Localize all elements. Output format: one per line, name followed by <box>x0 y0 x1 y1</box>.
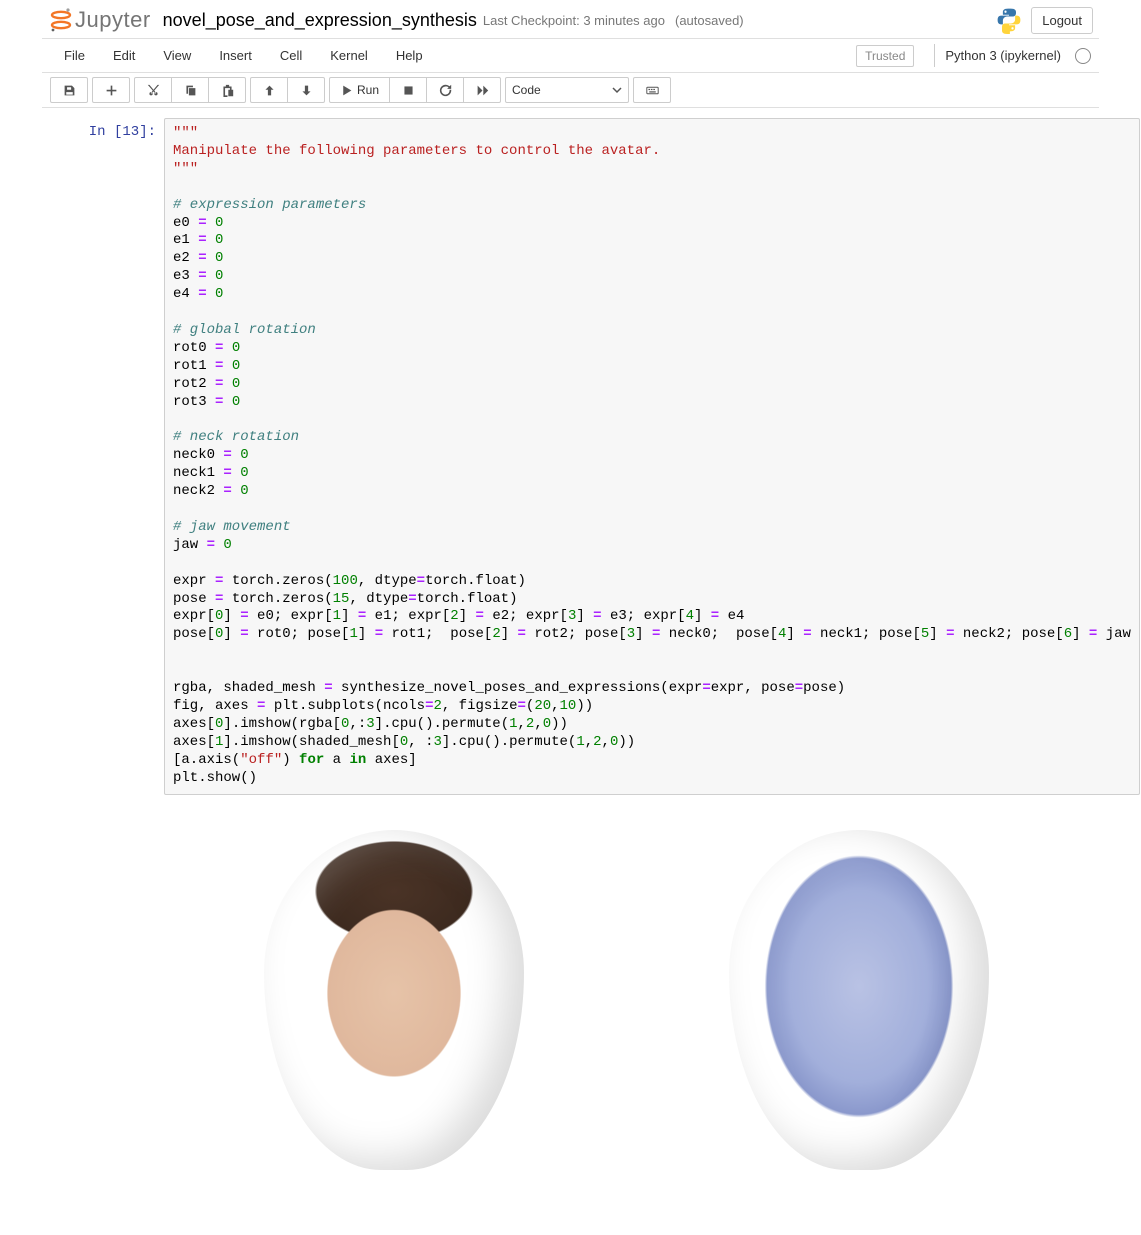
plus-icon <box>105 84 118 97</box>
avatar-rgb-image <box>264 830 524 1170</box>
save-button[interactable] <box>50 77 88 103</box>
keyboard-icon <box>646 84 659 97</box>
avatar-mesh-image <box>729 830 989 1170</box>
python-logo-icon <box>995 6 1023 34</box>
save-icon <box>63 84 76 97</box>
move-up-button[interactable] <box>250 77 288 103</box>
play-icon <box>340 84 353 97</box>
celltype-value: Code <box>512 83 541 97</box>
copy-button[interactable] <box>171 77 209 103</box>
command-palette-button[interactable] <box>633 77 671 103</box>
kernel-idle-icon[interactable] <box>1075 48 1091 64</box>
kernel-name[interactable]: Python 3 (ipykernel) <box>934 44 1069 67</box>
arrow-up-icon <box>263 84 276 97</box>
menu-file[interactable]: File <box>50 42 99 69</box>
output-image-left <box>162 805 627 1195</box>
input-prompt: In [13]: <box>50 118 164 140</box>
toolbar: Run Code <box>42 73 1099 108</box>
cut-button[interactable] <box>134 77 172 103</box>
jupyter-icon <box>50 7 72 33</box>
notebook-area: In [13]: """ Manipulate the following pa… <box>42 108 1099 1235</box>
menu-cell[interactable]: Cell <box>266 42 316 69</box>
copy-icon <box>184 84 197 97</box>
chevron-down-icon <box>612 85 622 95</box>
menu-insert[interactable]: Insert <box>205 42 266 69</box>
move-down-button[interactable] <box>287 77 325 103</box>
header: Jupyter novel_pose_and_expression_synthe… <box>42 0 1099 38</box>
paste-button[interactable] <box>208 77 246 103</box>
notebook-name[interactable]: novel_pose_and_expression_synthesis <box>163 10 477 31</box>
run-button[interactable]: Run <box>329 77 390 103</box>
fast-forward-icon <box>476 84 489 97</box>
celltype-select[interactable]: Code <box>505 77 629 103</box>
code-text[interactable]: """ Manipulate the following parameters … <box>173 125 1131 788</box>
checkpoint-text: Last Checkpoint: 3 minutes ago <box>483 13 665 28</box>
jupyter-logo[interactable]: Jupyter <box>48 7 151 33</box>
autosave-text: (autosaved) <box>675 13 744 28</box>
cell-output <box>156 795 1091 1195</box>
menubar: FileEditViewInsertCellKernelHelp Trusted… <box>42 38 1099 73</box>
run-label: Run <box>357 83 379 97</box>
stop-button[interactable] <box>389 77 427 103</box>
code-cell[interactable]: In [13]: """ Manipulate the following pa… <box>50 118 1091 795</box>
code-input-area[interactable]: """ Manipulate the following parameters … <box>164 118 1140 795</box>
arrow-down-icon <box>300 84 313 97</box>
trusted-badge[interactable]: Trusted <box>856 45 914 67</box>
logo-text: Jupyter <box>75 7 151 33</box>
menu-edit[interactable]: Edit <box>99 42 149 69</box>
output-image-right <box>627 805 1092 1195</box>
menu-help[interactable]: Help <box>382 42 437 69</box>
menu-kernel[interactable]: Kernel <box>316 42 382 69</box>
logout-button[interactable]: Logout <box>1031 7 1093 34</box>
restart-button[interactable] <box>426 77 464 103</box>
menu-view[interactable]: View <box>149 42 205 69</box>
insert-cell-button[interactable] <box>92 77 130 103</box>
restart-icon <box>439 84 452 97</box>
scissors-icon <box>147 84 160 97</box>
run-all-button[interactable] <box>463 77 501 103</box>
stop-icon <box>402 84 415 97</box>
paste-icon <box>221 84 234 97</box>
